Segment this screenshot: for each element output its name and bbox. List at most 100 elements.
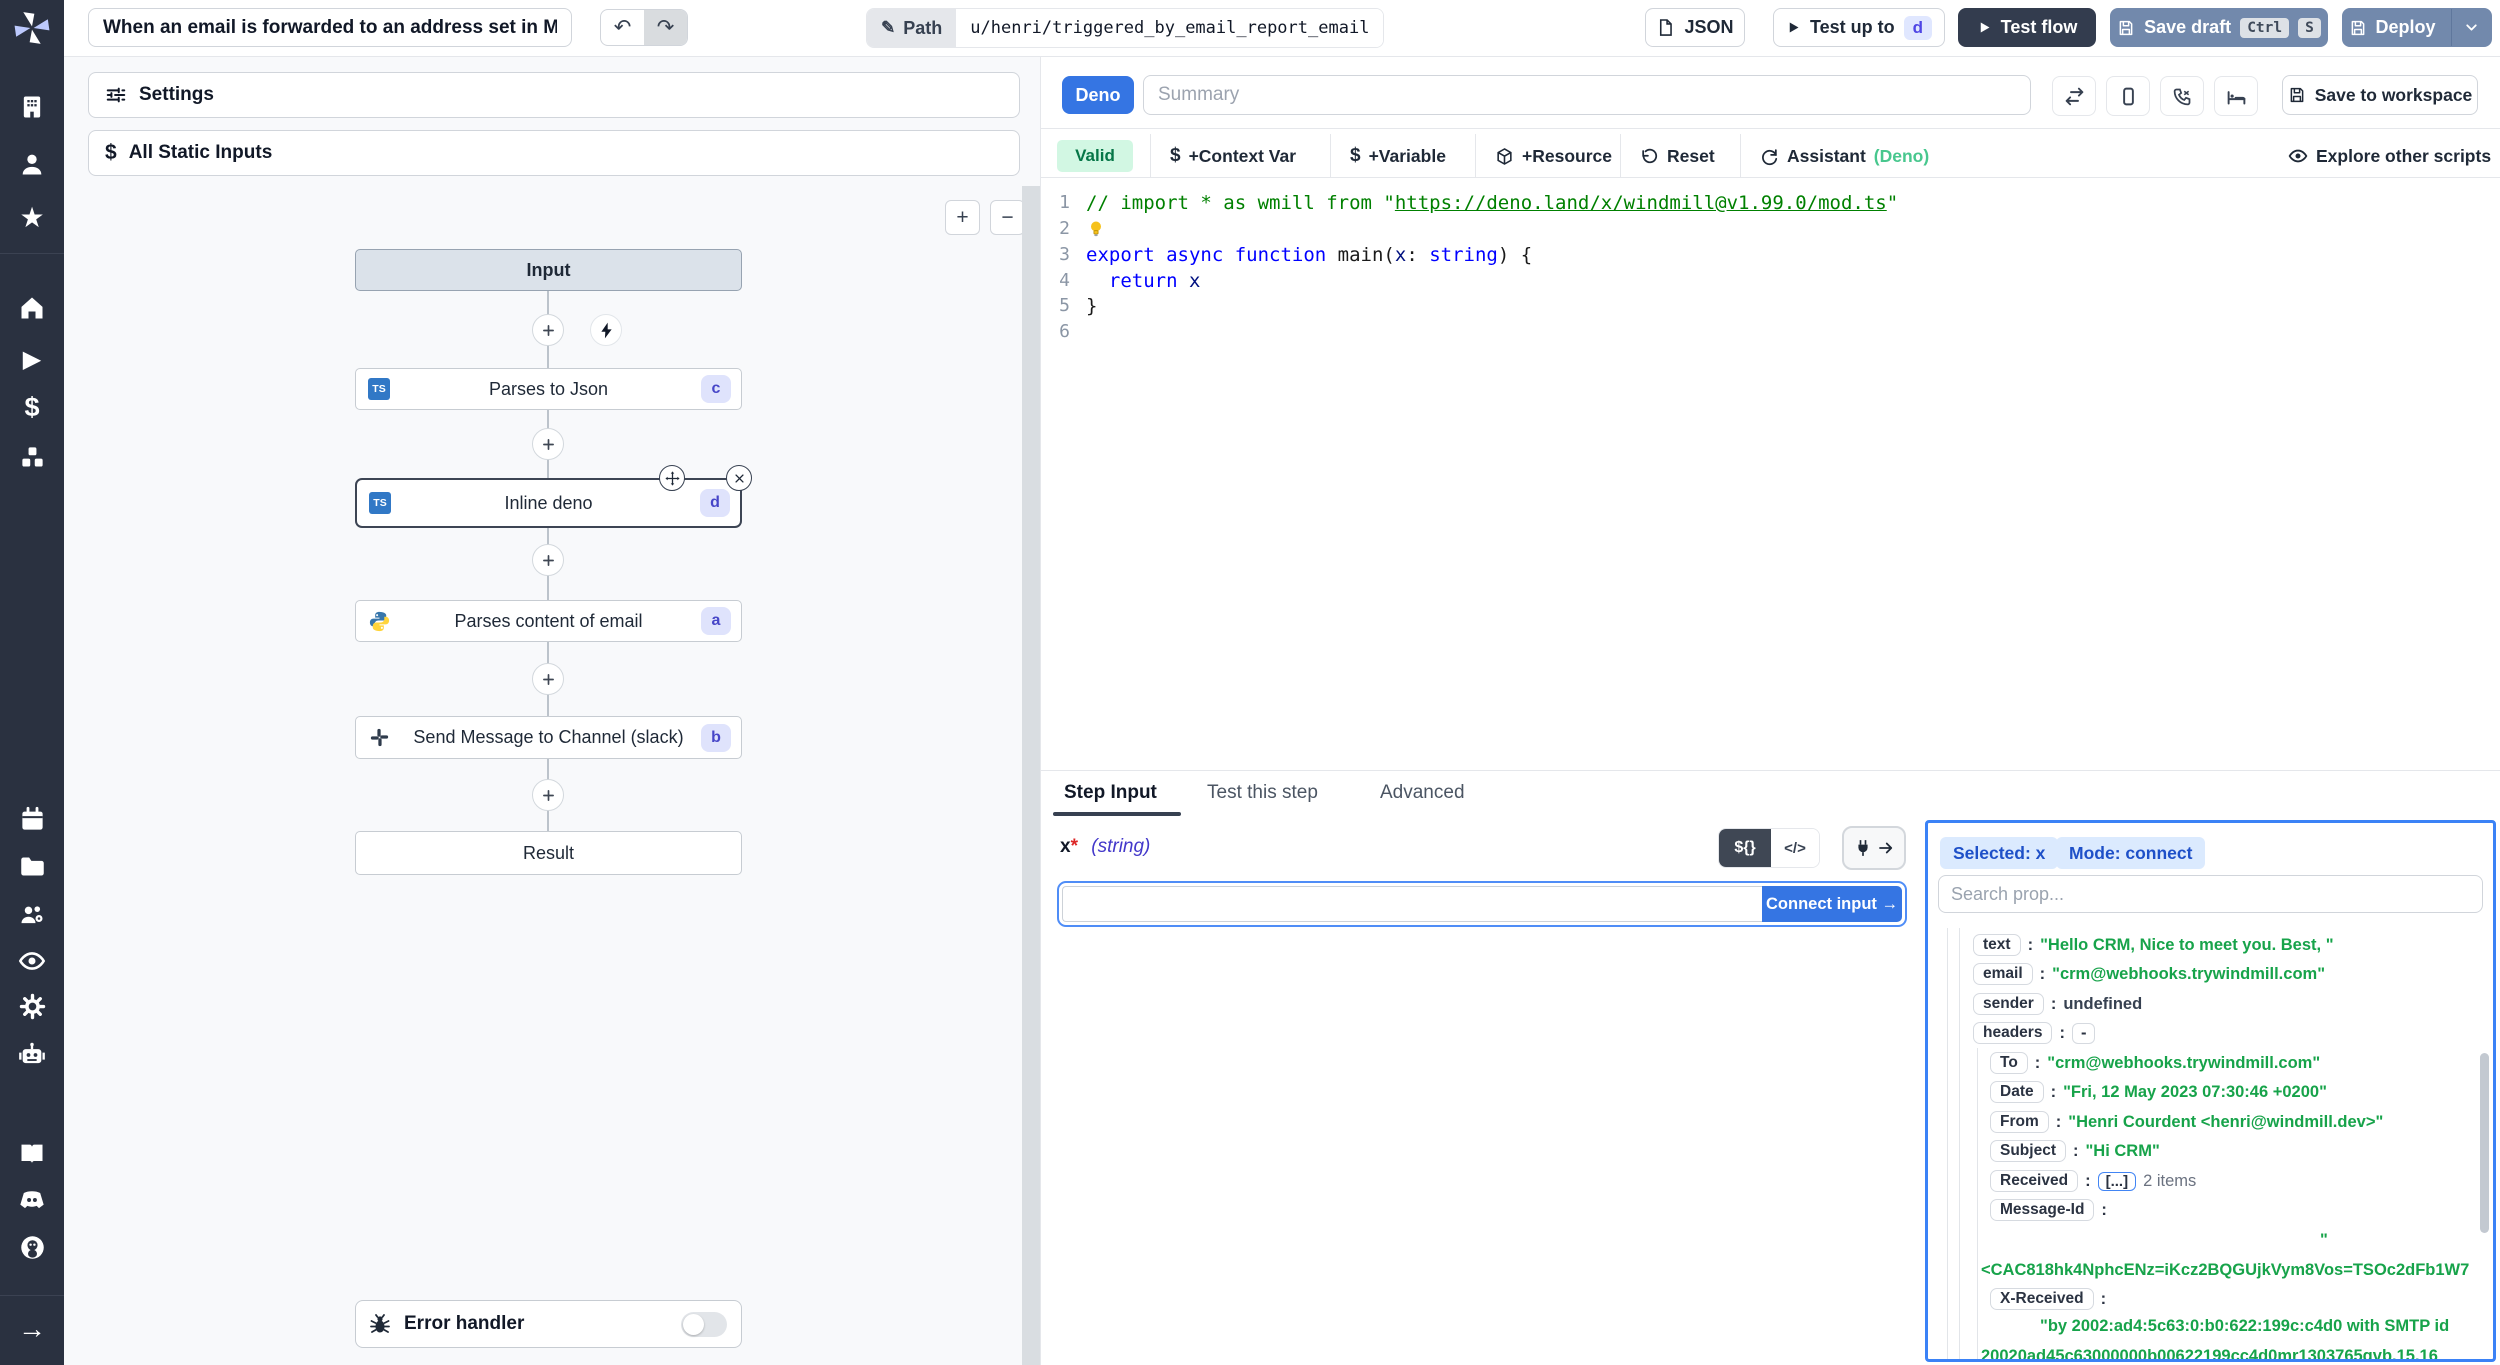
tab-test-this-step[interactable]: Test this step (1207, 782, 1318, 804)
active-tab-underline (1053, 812, 1181, 816)
add-context-var-button[interactable]: $ +Context Var (1170, 140, 1296, 172)
save-icon (2349, 19, 2367, 37)
bed-icon-button[interactable] (2214, 76, 2258, 116)
variables-dollar-icon[interactable]: $ (0, 392, 64, 423)
json-prop-sender[interactable]: sender: undefined (1973, 993, 2142, 1015)
assistant-button[interactable]: Assistant (Deno) (1760, 140, 1929, 172)
undo-icon (1640, 147, 1659, 166)
json-value-wrap: " (2320, 1231, 2328, 1249)
explore-other-scripts-button[interactable]: Explore other scripts (2288, 140, 2491, 172)
flow-node-send-message-slack[interactable]: Send Message to Channel (slack) b (355, 716, 742, 759)
typescript-icon: TS (369, 492, 391, 514)
code-editor[interactable]: 1 2 3 4 5 6 // import * as wmill from " h… (1041, 178, 2500, 769)
save-draft-button[interactable]: Save draft Ctrl S (2110, 8, 2328, 47)
tab-step-input[interactable]: Step Input (1064, 782, 1157, 804)
add-step-button[interactable] (532, 314, 564, 346)
user-icon[interactable] (0, 150, 64, 178)
selected-prop-badge: Selected: x (1940, 837, 2059, 869)
add-variable-button[interactable]: $ +Variable (1350, 140, 1446, 172)
json-prop-received[interactable]: Received: [...] 2 items (1990, 1170, 2196, 1192)
trigger-bolt-button[interactable] (590, 314, 622, 346)
json-prop-text[interactable]: text: "Hello CRM, Nice to meet you. Best,… (1973, 934, 2334, 956)
flow-node-input[interactable]: Input (355, 249, 742, 291)
collapsed-array-badge[interactable]: [...] (2097, 1171, 2137, 1191)
schedules-calendar-icon[interactable] (0, 806, 64, 833)
groups-users-icon[interactable] (0, 901, 64, 929)
favorites-star-icon[interactable]: ★ (0, 201, 64, 234)
add-step-button[interactable] (532, 779, 564, 811)
json-prop-email[interactable]: email: "crm@webhooks.trywindmill.com" (1973, 963, 2325, 985)
undo-button[interactable]: ↶ (601, 10, 644, 45)
json-prop-headers[interactable]: headers: - (1973, 1022, 2096, 1044)
language-badge: Deno (1062, 76, 1134, 114)
eye-icon (2288, 146, 2308, 166)
runs-play-icon[interactable]: ▶ (0, 345, 64, 374)
summary-input[interactable] (1143, 75, 2031, 115)
settings-gear-icon[interactable] (0, 993, 64, 1020)
deploy-button[interactable]: Deploy (2343, 9, 2442, 46)
panel-scrollbar-thumb[interactable] (2480, 1053, 2489, 1233)
resources-boxes-icon[interactable] (0, 444, 64, 471)
json-prop-message-id[interactable]: Message-Id: (1990, 1199, 2107, 1221)
test-flow-button[interactable]: Test flow (1958, 8, 2096, 47)
workers-robot-icon[interactable] (0, 1041, 64, 1069)
collapse-toggle[interactable]: - (2071, 1022, 2096, 1044)
workspace-building-icon[interactable] (0, 93, 64, 121)
line-number: 2 (1059, 218, 1070, 239)
tab-advanced[interactable]: Advanced (1380, 782, 1465, 804)
canvas-scrollbar[interactable] (1022, 186, 1040, 1365)
indent-guide (1947, 928, 1948, 1359)
delete-step-button[interactable] (726, 465, 752, 491)
lightbulb-icon[interactable] (1086, 219, 1106, 239)
sync-swap-icon-button[interactable] (2052, 76, 2096, 116)
flow-node-inline-deno-selected[interactable]: TS Inline deno d (355, 478, 742, 528)
json-prop-from[interactable]: From: "Henri Courdent <henri@windmill.dev… (1990, 1111, 2383, 1133)
add-step-button[interactable] (532, 428, 564, 460)
json-prop-x-received[interactable]: X-Received: (1990, 1288, 2106, 1310)
folders-icon[interactable] (0, 853, 64, 880)
move-step-button[interactable] (659, 465, 685, 491)
template-mode-button[interactable]: ${} (1719, 829, 1771, 867)
sidebar-divider (0, 253, 64, 254)
error-handler-row[interactable]: Error handler (355, 1300, 742, 1348)
json-prop-subject[interactable]: Subject: "Hi CRM" (1990, 1140, 2160, 1162)
code-mode-button[interactable]: </> (1771, 829, 1819, 867)
add-resource-button[interactable]: +Resource (1495, 140, 1612, 172)
phone-icon-button[interactable] (2160, 76, 2204, 116)
home-icon[interactable] (0, 294, 64, 322)
json-button[interactable]: JSON (1645, 8, 1745, 47)
path-field[interactable]: ✎ Path u/henri/triggered_by_email_report_… (866, 8, 1385, 48)
test-up-to-button[interactable]: Test up to d (1773, 8, 1945, 47)
json-prop-date[interactable]: Date: "Fri, 12 May 2023 07:30:46 +0200" (1990, 1081, 2327, 1103)
zoom-out-button[interactable]: − (990, 200, 1025, 235)
portrait-view-icon-button[interactable] (2106, 76, 2150, 116)
deploy-dropdown-button[interactable] (2451, 9, 2491, 46)
reset-button[interactable]: Reset (1640, 140, 1715, 172)
github-icon[interactable] (0, 1234, 64, 1261)
connect-input-button[interactable]: Connect input → (1762, 886, 1902, 922)
connect-plug-button[interactable] (1842, 826, 1906, 870)
step-value-input[interactable] (1062, 886, 1762, 922)
flow-settings-button[interactable]: Settings (88, 72, 1020, 118)
path-value[interactable]: u/henri/triggered_by_email_report_email (956, 9, 1384, 47)
redo-button[interactable]: ↷ (644, 10, 687, 45)
add-step-button[interactable] (532, 663, 564, 695)
json-prop-to[interactable]: To: "crm@webhooks.trywindmill.com" (1990, 1052, 2320, 1074)
flow-node-parses-content-of-email[interactable]: Parses content of email a (355, 600, 742, 642)
flow-node-parses-to-json[interactable]: TS Parses to Json c (355, 368, 742, 410)
all-static-inputs-button[interactable]: $ All Static Inputs (88, 130, 1020, 176)
expand-sidebar-arrow-icon[interactable]: → (0, 1313, 64, 1345)
add-step-button[interactable] (532, 544, 564, 576)
dollar-icon: $ (1350, 145, 1361, 166)
search-prop-input[interactable] (1938, 875, 2483, 913)
flow-node-result[interactable]: Result (355, 831, 742, 875)
discord-icon[interactable] (0, 1186, 64, 1214)
refresh-icon (1760, 147, 1779, 166)
error-handler-toggle[interactable] (681, 1311, 727, 1337)
docs-book-icon[interactable] (0, 1140, 64, 1168)
zoom-in-button[interactable]: + (945, 200, 980, 235)
flow-title-input[interactable] (88, 8, 572, 47)
windmill-logo-icon[interactable] (0, 8, 64, 48)
save-to-workspace-button[interactable]: Save to workspace (2282, 75, 2478, 115)
audit-eye-icon[interactable] (0, 947, 64, 975)
